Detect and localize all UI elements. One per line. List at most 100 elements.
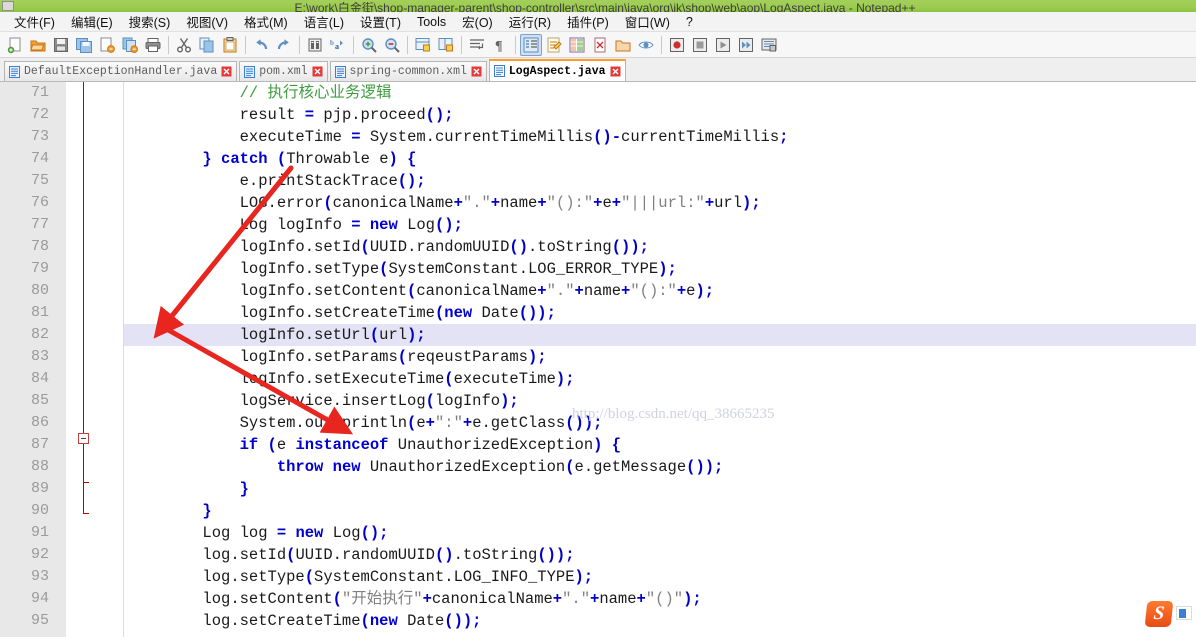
print-button[interactable] (142, 34, 164, 56)
code-line[interactable]: } catch (Throwable e) { (124, 148, 1196, 170)
toolbar-separator (245, 35, 246, 54)
line-number: 89 (30, 480, 49, 497)
indent-guide-button[interactable] (520, 33, 542, 56)
code-token: .toString (528, 238, 612, 256)
word-wrap-button[interactable] (466, 34, 488, 56)
code-line[interactable]: // 执行核心业务逻辑 (124, 82, 1196, 104)
bookmark-gutter[interactable] (56, 82, 66, 637)
code-line[interactable]: throw new UnauthorizedException(e.getMes… (124, 456, 1196, 478)
menu-search[interactable]: 搜索(S) (121, 11, 179, 32)
code-line[interactable]: log.setContent("开始执行"+canonicalName+"."+… (124, 588, 1196, 610)
menu-file[interactable]: 文件(F) (6, 11, 63, 32)
code-token: logInfo.setType (128, 260, 380, 278)
redo-button[interactable] (273, 34, 295, 56)
code-token: = (276, 524, 287, 542)
line-number: 79 (30, 260, 49, 277)
zoom-out-button[interactable] (381, 34, 403, 56)
code-line[interactable]: logInfo.setParams(reqeustParams); (124, 346, 1196, 368)
play-macro-button[interactable] (712, 34, 734, 56)
menu-language[interactable]: 语言(L) (296, 11, 352, 32)
stop-macro-button[interactable] (689, 34, 711, 56)
code-line[interactable]: Log logInfo = new Log(); (124, 214, 1196, 236)
code-line[interactable]: logInfo.setUrl(url); (124, 324, 1196, 346)
zoom-in-button[interactable] (358, 34, 380, 56)
menu-macro[interactable]: 宏(O) (454, 11, 501, 32)
code-line[interactable]: } (124, 500, 1196, 522)
menu-format[interactable]: 格式(M) (236, 11, 296, 32)
code-folding-gutter[interactable] (66, 82, 124, 637)
tab-close-icon[interactable] (610, 66, 621, 77)
code-token: Log (323, 524, 361, 542)
code-line[interactable]: executeTime = System.currentTimeMillis()… (124, 126, 1196, 148)
fold-toggle-line-87[interactable] (78, 433, 89, 444)
save-button[interactable] (50, 34, 72, 56)
find-button[interactable] (304, 34, 326, 56)
menu-edit[interactable]: 编辑(E) (63, 11, 121, 32)
replace-button[interactable]: ba (327, 34, 349, 56)
menu-settings[interactable]: 设置(T) (352, 11, 409, 32)
code-line[interactable]: logInfo.setCreateTime(new Date()); (124, 302, 1196, 324)
open-file-button[interactable] (27, 34, 49, 56)
code-line[interactable]: logInfo.setContent(canonicalName+"."+nam… (124, 280, 1196, 302)
code-token: LOG.error (128, 194, 324, 212)
document-map-button[interactable] (566, 34, 588, 56)
code-line[interactable]: Log log = new Log(); (124, 522, 1196, 544)
save-all-button[interactable] (73, 34, 95, 56)
show-all-chars-button[interactable]: ¶ (489, 34, 511, 56)
code-token: ()); (537, 546, 575, 564)
code-line[interactable]: e.printStackTrace(); (124, 170, 1196, 192)
tab-label: DefaultExceptionHandler.java (24, 65, 218, 78)
menu-view[interactable]: 视图(V) (178, 11, 236, 32)
run-macro-multiple-button[interactable] (735, 34, 757, 56)
editor-area[interactable]: 71 72 73 74 75 76 77 78 79 80 81 82 83 84 85 86 87 88 89 90… (0, 82, 1196, 637)
monitoring-button[interactable] (635, 34, 657, 56)
menu-help[interactable]: ? (678, 14, 701, 30)
sync-scroll-horizontal-button[interactable] (435, 34, 457, 56)
zoom-out-icon (383, 36, 401, 54)
undo-button[interactable] (250, 34, 272, 56)
code-line[interactable]: log.setType(SystemConstant.LOG_INFO_TYPE… (124, 566, 1196, 588)
code-line[interactable]: System.out.println(e+":"+e.getClass()); (124, 412, 1196, 434)
cut-button[interactable] (173, 34, 195, 56)
code-line[interactable]: log.setId(UUID.randomUUID().toString()); (124, 544, 1196, 566)
sync-scroll-vertical-button[interactable] (412, 34, 434, 56)
menu-plugins[interactable]: 插件(P) (559, 11, 617, 32)
open-file-icon (29, 36, 47, 54)
user-defined-language-button[interactable] (543, 34, 565, 56)
tab-close-icon[interactable] (312, 66, 323, 77)
close-all-button[interactable] (119, 34, 141, 56)
code-line[interactable]: logInfo.setExecuteTime(executeTime); (124, 368, 1196, 390)
close-file-button[interactable] (96, 34, 118, 56)
code-line[interactable]: log.setCreateTime(new Date()); (124, 610, 1196, 632)
code-line[interactable]: logInfo.setId(UUID.randomUUID().toString… (124, 236, 1196, 258)
code-line[interactable]: } (124, 478, 1196, 500)
run-macro-multiple-icon (737, 36, 755, 54)
copy-button[interactable] (196, 34, 218, 56)
tab-close-icon[interactable] (221, 66, 232, 77)
record-macro-button[interactable] (666, 34, 688, 56)
tab-logaspect-java[interactable]: LogAspect.java (488, 59, 626, 81)
code-token: ( (407, 414, 417, 432)
code-token: (); (435, 216, 463, 234)
tab-spring-common-xml[interactable]: spring-common.xml (329, 61, 487, 81)
code-line[interactable]: result = pjp.proceed(); (124, 104, 1196, 126)
new-file-button[interactable] (4, 34, 26, 56)
menu-window[interactable]: 窗口(W) (617, 11, 678, 32)
menu-tools[interactable]: Tools (409, 14, 454, 30)
folder-as-workspace-button[interactable] (612, 34, 634, 56)
code-line[interactable]: logInfo.setType(SystemConstant.LOG_ERROR… (124, 258, 1196, 280)
tab-close-icon[interactable] (471, 66, 482, 77)
tab-defaultexceptionhandler-java[interactable]: DefaultExceptionHandler.java (4, 61, 238, 81)
function-list-button[interactable] (589, 34, 611, 56)
tab-pom-xml[interactable]: pom.xml (239, 61, 328, 81)
code-line[interactable]: if (e instanceof UnauthorizedException) … (124, 434, 1196, 456)
line-number: 91 (30, 524, 49, 541)
menu-run[interactable]: 运行(R) (501, 11, 559, 32)
code-line[interactable]: LOG.error(canonicalName+"."+name+"():"+e… (124, 192, 1196, 214)
code-line[interactable]: logService.insertLog(logInfo); (124, 390, 1196, 412)
save-macro-button[interactable] (758, 34, 780, 56)
code-text-area[interactable]: // 执行核心业务逻辑 result = pjp.proceed(); exec… (124, 82, 1196, 637)
paste-button[interactable] (219, 34, 241, 56)
paste-icon (221, 36, 239, 54)
